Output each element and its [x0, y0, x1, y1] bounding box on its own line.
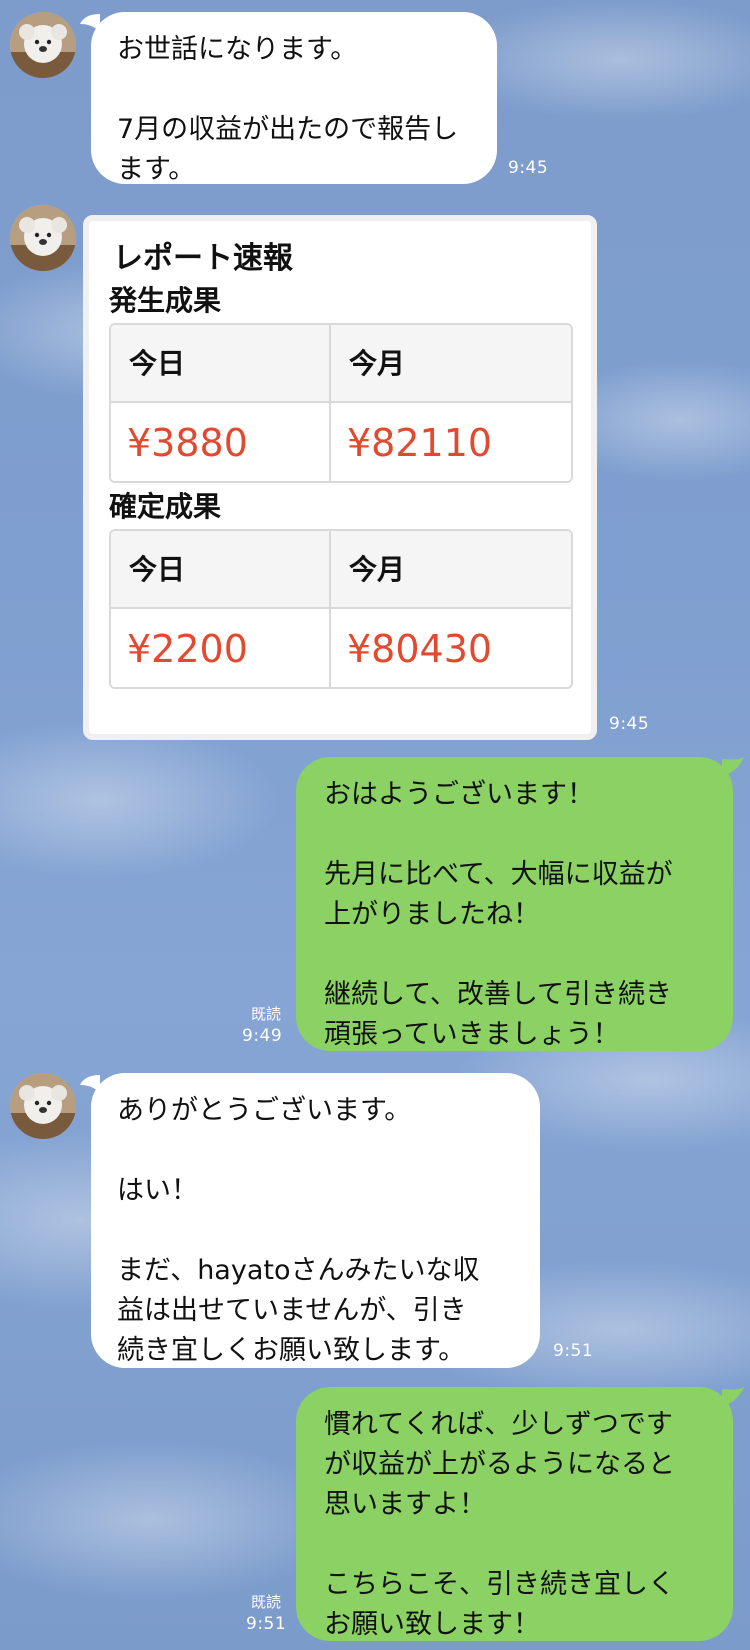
message-bubble-1[interactable]: お世話になります。 7月の収益が出たので報告し ます。	[91, 12, 497, 185]
table-value-month: ¥82110	[329, 403, 571, 481]
message-bubble-4[interactable]: ありがとうございます。 はい！ まだ、hayatoさんみたいな収 益は出せていま…	[91, 1073, 540, 1368]
table-value-today: ¥2200	[111, 609, 329, 687]
koala-avatar-icon	[10, 12, 76, 78]
table-value-today: ¥3880	[111, 403, 329, 481]
avatar[interactable]	[10, 205, 76, 271]
message-time-4: 9:51	[553, 1341, 594, 1361]
table-header-today: 今日	[111, 325, 329, 403]
section-title-confirmed: 確定成果	[109, 490, 222, 523]
table-header-month: 今月	[329, 325, 571, 403]
report-title: レポート速報	[113, 241, 293, 276]
koala-avatar-icon	[10, 1073, 76, 1139]
report-table-confirmed: 今日 今月 ¥2200 ¥80430	[109, 529, 573, 689]
message-time-2: 9:45	[609, 714, 650, 734]
section-title-generated: 発生成果	[109, 284, 222, 317]
avatar[interactable]	[10, 12, 76, 78]
read-receipt-5: 既読	[251, 1593, 282, 1611]
message-bubble-3[interactable]: おはようございます！ 先月に比べて、大幅に収益が 上がりましたね！ 継続して、改…	[296, 757, 733, 1051]
message-time-5: 9:51	[246, 1614, 287, 1634]
message-time-1: 9:45	[508, 158, 549, 178]
report-table-generated: 今日 今月 ¥3880 ¥82110	[109, 323, 573, 483]
table-header-today: 今日	[111, 531, 329, 609]
koala-avatar-icon	[10, 205, 76, 271]
avatar[interactable]	[10, 1073, 76, 1139]
message-time-3: 9:49	[242, 1026, 283, 1046]
table-header-month: 今月	[329, 531, 571, 609]
bubble-tail	[722, 757, 744, 777]
message-bubble-5[interactable]: 慣れてくれば、少しずつです が収益が上がるようになると 思いますよ！ こちらこそ…	[296, 1387, 733, 1641]
table-value-month: ¥80430	[329, 609, 571, 687]
bubble-tail	[722, 1387, 744, 1407]
report-card[interactable]: レポート速報 発生成果 今日 今月 ¥3880 ¥82110 確定成果 今日 今…	[83, 215, 597, 740]
read-receipt-3: 既読	[251, 1005, 282, 1023]
